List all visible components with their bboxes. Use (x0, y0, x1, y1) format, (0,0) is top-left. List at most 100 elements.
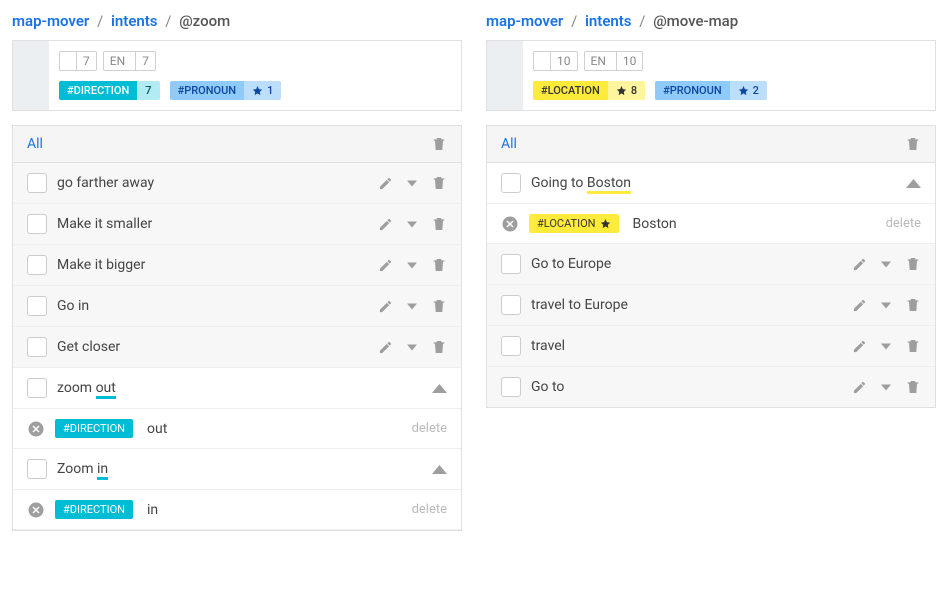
remove-annotation-icon[interactable] (27, 501, 45, 519)
all-filter[interactable]: All (27, 136, 43, 152)
caret-down-icon[interactable] (881, 298, 891, 313)
remove-annotation-icon[interactable] (27, 420, 45, 438)
caret-down-icon[interactable] (881, 257, 891, 272)
row-checkbox[interactable] (501, 254, 521, 274)
annotation-tag[interactable]: #DIRECTION (55, 500, 133, 519)
delete-link[interactable]: delete (412, 421, 447, 436)
breadcrumb-sep: / (161, 12, 175, 30)
edit-icon[interactable] (378, 258, 393, 273)
breadcrumb-sep: / (93, 12, 107, 30)
collapse-icon[interactable] (432, 381, 447, 396)
phrase-text[interactable]: Go to Europe (531, 256, 842, 272)
tag-pronoun[interactable]: #PRONOUN 2 (655, 81, 767, 100)
remove-annotation-icon[interactable] (501, 215, 519, 233)
phrase-prefix: Zoom (57, 461, 97, 477)
lang-count: 10 (616, 52, 643, 70)
edit-icon[interactable] (852, 257, 867, 272)
trash-icon[interactable] (431, 175, 447, 191)
edit-icon[interactable] (852, 298, 867, 313)
caret-down-icon[interactable] (407, 176, 417, 191)
trash-icon[interactable] (905, 297, 921, 313)
row-checkbox[interactable] (27, 459, 47, 479)
edit-icon[interactable] (378, 340, 393, 355)
phrase-row: Go in (13, 286, 461, 327)
phrase-text[interactable]: Zoom in (57, 461, 422, 477)
row-checkbox[interactable] (27, 296, 47, 316)
phrases-panel: All Going to Boston #LOCATION Bos (486, 125, 936, 408)
annotation-value: in (147, 502, 402, 518)
tag-location[interactable]: #LOCATION 8 (533, 81, 645, 100)
breadcrumb-current: @zoom (179, 12, 230, 30)
collapse-icon[interactable] (432, 462, 447, 477)
caret-down-icon[interactable] (881, 339, 891, 354)
edit-icon[interactable] (852, 339, 867, 354)
phrase-text[interactable]: Get closer (57, 339, 368, 355)
edit-icon[interactable] (378, 299, 393, 314)
row-checkbox[interactable] (27, 337, 47, 357)
trash-icon[interactable] (905, 256, 921, 272)
row-checkbox[interactable] (501, 336, 521, 356)
chat-count-chip[interactable]: 10 (533, 51, 578, 71)
trash-icon[interactable] (905, 379, 921, 395)
trash-icon[interactable] (905, 338, 921, 354)
phrase-text[interactable]: Going to Boston (531, 175, 896, 191)
breadcrumb-intents[interactable]: intents (111, 12, 158, 30)
phrase-text[interactable]: Go to (531, 379, 842, 395)
caret-down-icon[interactable] (881, 380, 891, 395)
breadcrumb: map-mover / intents / @move-map (486, 12, 936, 30)
chat-icon (534, 55, 546, 67)
annotation-value: Boston (633, 216, 876, 232)
caret-down-icon[interactable] (407, 217, 417, 232)
lang-chip[interactable]: EN 7 (103, 51, 156, 71)
phrase-text[interactable]: zoom out (57, 380, 422, 396)
tag-direction[interactable]: #DIRECTION 7 (59, 81, 160, 100)
edit-icon[interactable] (852, 380, 867, 395)
delete-link[interactable]: delete (412, 502, 447, 517)
tag-name: #LOCATION (533, 81, 608, 100)
phrase-text[interactable]: travel (531, 338, 842, 354)
phrase-text[interactable]: Go in (57, 298, 368, 314)
phrase-text[interactable]: travel to Europe (531, 297, 842, 313)
trash-icon[interactable] (431, 339, 447, 355)
breadcrumb-root[interactable]: map-mover (486, 12, 563, 30)
breadcrumb-intents[interactable]: intents (585, 12, 632, 30)
collapse-icon[interactable] (906, 176, 921, 191)
annotation-tag[interactable]: #LOCATION (529, 214, 619, 233)
caret-down-icon[interactable] (407, 258, 417, 273)
phrase-prefix: zoom (57, 380, 96, 396)
breadcrumb: map-mover / intents / @zoom (12, 12, 462, 30)
phrase-row: Go to Europe (487, 244, 935, 285)
breadcrumb-current: @move-map (653, 12, 738, 30)
annotation-tag[interactable]: #DIRECTION (55, 419, 133, 438)
tag-pronoun[interactable]: #PRONOUN 1 (170, 81, 282, 100)
trash-icon[interactable] (431, 136, 447, 152)
chat-count-chip[interactable]: 7 (59, 51, 97, 71)
lang-chip[interactable]: EN 10 (584, 51, 644, 71)
phrase-text[interactable]: go farther away (57, 175, 368, 191)
edit-icon[interactable] (378, 217, 393, 232)
all-filter[interactable]: All (501, 136, 517, 152)
tag-count: 2 (730, 81, 767, 100)
row-checkbox[interactable] (27, 378, 47, 398)
phrase-text[interactable]: Make it smaller (57, 216, 368, 232)
caret-down-icon[interactable] (407, 299, 417, 314)
summary-box: 10 EN 10 #LOCATION 8 (486, 40, 936, 111)
row-checkbox[interactable] (501, 377, 521, 397)
trash-icon[interactable] (431, 216, 447, 232)
row-checkbox[interactable] (27, 173, 47, 193)
breadcrumb-root[interactable]: map-mover (12, 12, 89, 30)
row-checkbox[interactable] (27, 214, 47, 234)
phrase-prefix: Going to (531, 175, 587, 191)
trash-icon[interactable] (905, 136, 921, 152)
caret-down-icon[interactable] (407, 340, 417, 355)
trash-icon[interactable] (431, 257, 447, 273)
chat-count: 7 (76, 52, 96, 70)
row-checkbox[interactable] (27, 255, 47, 275)
row-checkbox[interactable] (501, 295, 521, 315)
row-checkbox[interactable] (501, 173, 521, 193)
trash-icon[interactable] (431, 298, 447, 314)
move-map-intent-panel: map-mover / intents / @move-map 10 EN 10 (486, 12, 936, 531)
edit-icon[interactable] (378, 176, 393, 191)
delete-link[interactable]: delete (886, 216, 921, 231)
phrase-text[interactable]: Make it bigger (57, 257, 368, 273)
